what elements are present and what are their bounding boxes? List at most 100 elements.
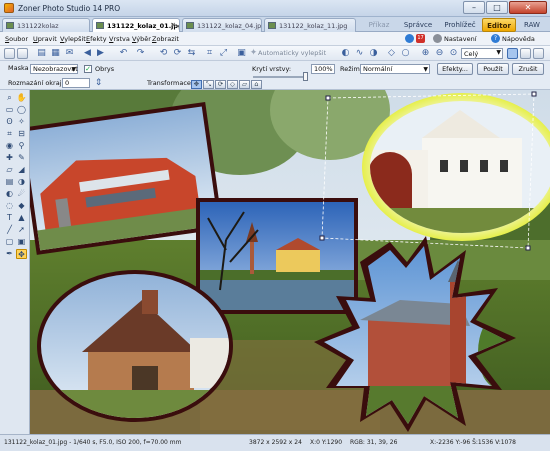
crop-icon[interactable]: ⌗ <box>204 48 215 59</box>
share-icon[interactable]: ✉ <box>64 48 75 59</box>
rect-select-icon[interactable]: ▭ <box>4 105 15 115</box>
doc-tab-label: 131122_kolaz_04.jpg <box>197 22 262 30</box>
blur-tool-icon[interactable]: ◌ <box>4 201 15 211</box>
zoom-100-icon[interactable]: ⊙ <box>448 48 459 59</box>
tab-editor[interactable]: Editor <box>482 18 516 32</box>
redo-icon[interactable]: ↷ <box>135 48 146 59</box>
menu-vylepsit[interactable]: Vylepšit <box>60 35 86 43</box>
doc-tab-collage-folder[interactable]: 131122kolaz <box>2 18 90 32</box>
layer-move-tool-icon[interactable]: ✥ <box>16 249 27 259</box>
zoom-select[interactable]: Celý ▼ <box>461 48 503 59</box>
close-tab-icon[interactable]: × <box>170 21 176 29</box>
dodge-icon[interactable]: ◑ <box>16 177 27 187</box>
eraser-icon[interactable]: ▱ <box>4 165 15 175</box>
text-tool-icon[interactable]: T <box>4 213 15 223</box>
zoom-out-icon[interactable]: ⊖ <box>434 48 445 59</box>
chevron-down-icon: ▼ <box>496 49 501 56</box>
blend-mode-select[interactable]: Normální ▼ <box>360 64 430 74</box>
sharpen-tool-icon[interactable]: ◆ <box>16 201 27 211</box>
zoom-tool-icon[interactable]: ⌕ <box>4 93 15 103</box>
image-canvas[interactable] <box>30 90 550 434</box>
levels-icon[interactable]: ◐ <box>340 48 351 59</box>
view-split-icon[interactable] <box>520 48 531 59</box>
zoom-in-icon[interactable]: ⊕ <box>420 48 431 59</box>
menu-upravit[interactable]: Upravit <box>33 35 57 43</box>
tab-prohlizec[interactable]: Prohlížeč <box>440 18 480 32</box>
menu-efekty[interactable]: Efekty <box>86 35 107 43</box>
perspective-transform-icon[interactable]: ⌂ <box>251 80 262 89</box>
next-image-icon[interactable]: ▶ <box>95 48 106 59</box>
eyedropper-icon[interactable]: ✒ <box>4 249 15 259</box>
close-button[interactable]: ✕ <box>509 1 547 14</box>
doc-tab-collage-01[interactable]: 131122_kolaz_01.jpg* × <box>92 18 180 33</box>
arrow-tool-icon[interactable]: ➚ <box>16 225 27 235</box>
rotate-left-icon[interactable]: ⟲ <box>158 48 169 59</box>
magic-wand-icon[interactable]: ✧ <box>16 117 27 127</box>
save-as-icon[interactable] <box>17 48 28 59</box>
color-icon[interactable]: ◑ <box>368 48 379 59</box>
opacity-slider[interactable] <box>253 76 308 78</box>
straighten-icon[interactable]: ⊟ <box>16 129 27 139</box>
effects-button[interactable]: Efekty... <box>437 63 473 75</box>
opacity-slider-thumb[interactable] <box>303 72 308 81</box>
resize-icon[interactable]: ⤢ <box>218 48 229 59</box>
crop-tool-icon[interactable]: ⌗ <box>4 129 15 139</box>
notifications[interactable]: 17 <box>405 34 425 43</box>
prev-image-icon[interactable]: ◀ <box>82 48 93 59</box>
help-menu[interactable]: ? Nápověda <box>491 34 535 43</box>
maximize-button[interactable]: □ <box>486 1 508 14</box>
undo-icon[interactable]: ↶ <box>118 48 129 59</box>
hand-tool-icon[interactable]: ✋ <box>16 93 27 103</box>
sharpen-icon[interactable]: ◇ <box>386 48 397 59</box>
canvas-icon[interactable]: ▣ <box>236 48 247 59</box>
doc-tab-collage-04[interactable]: 131122_kolaz_04.jpg <box>182 18 262 32</box>
tab-prikaz[interactable]: Příkaz <box>362 18 396 32</box>
view-fit-icon[interactable] <box>507 48 518 59</box>
distort-transform-icon[interactable]: ▱ <box>239 80 250 89</box>
flip-icon[interactable]: ⇆ <box>186 48 197 59</box>
blur-icon[interactable]: ○ <box>400 48 411 59</box>
picture-tool-icon[interactable]: ▣ <box>16 237 27 247</box>
lasso-icon[interactable]: ʘ <box>4 117 15 127</box>
settings-menu[interactable]: Nastavení <box>433 34 477 43</box>
move-transform-icon[interactable]: ✥ <box>191 80 202 89</box>
ellipse-select-icon[interactable]: ◯ <box>16 105 27 115</box>
minimize-button[interactable]: – <box>463 1 485 14</box>
burn-icon[interactable]: ◐ <box>4 189 15 199</box>
rotate-right-icon[interactable]: ⟳ <box>172 48 183 59</box>
auto-enhance-button[interactable]: Automaticky vylepšit <box>258 49 326 57</box>
clone-stamp-icon[interactable]: ⚲ <box>16 141 27 151</box>
mask-select[interactable]: Nezobrazovat ▼ <box>30 64 78 74</box>
frame-tool-icon[interactable]: ▢ <box>4 237 15 247</box>
brush-icon[interactable]: ✎ <box>16 153 27 163</box>
curves-icon[interactable]: ∿ <box>354 48 365 59</box>
menu-zobrazit[interactable]: Zobrazit <box>152 35 179 43</box>
apply-button[interactable]: Použít <box>477 63 509 75</box>
feather-input[interactable]: 0 <box>62 78 90 88</box>
tab-spravce[interactable]: Správce <box>400 18 436 32</box>
fill-icon[interactable]: ◢ <box>16 165 27 175</box>
gradient-icon[interactable]: ▤ <box>4 177 15 187</box>
feather-spinner-icon[interactable]: ⇕ <box>93 78 104 89</box>
scale-transform-icon[interactable]: ⤡ <box>203 80 214 89</box>
shape-tool-icon[interactable]: ▲ <box>16 213 27 223</box>
red-eye-icon[interactable]: ◉ <box>4 141 15 151</box>
smudge-icon[interactable]: ☄ <box>16 189 27 199</box>
menu-vyber[interactable]: Výběr <box>132 35 151 43</box>
healing-brush-icon[interactable]: ✚ <box>4 153 15 163</box>
opacity-input[interactable]: 100% <box>311 64 335 74</box>
line-tool-icon[interactable]: ╱ <box>4 225 15 235</box>
mask-label: Maska <box>8 64 29 72</box>
open-folder-icon[interactable]: ▤ <box>36 48 47 59</box>
cancel-button[interactable]: Zrušit <box>512 63 544 75</box>
tab-raw[interactable]: RAW <box>518 18 546 32</box>
view-fullscreen-icon[interactable] <box>533 48 544 59</box>
rotate-transform-icon[interactable]: ⟳ <box>215 80 226 89</box>
save-icon[interactable] <box>4 48 15 59</box>
doc-tab-collage-11[interactable]: 131122_kolaz_11.jpg <box>264 18 356 32</box>
menu-vrstva[interactable]: Vrstva <box>109 35 130 43</box>
print-icon[interactable]: ▦ <box>50 48 61 59</box>
skew-transform-icon[interactable]: ◇ <box>227 80 238 89</box>
menu-soubor[interactable]: Soubor <box>5 35 28 43</box>
outline-checkbox[interactable]: ✓ <box>84 65 92 73</box>
